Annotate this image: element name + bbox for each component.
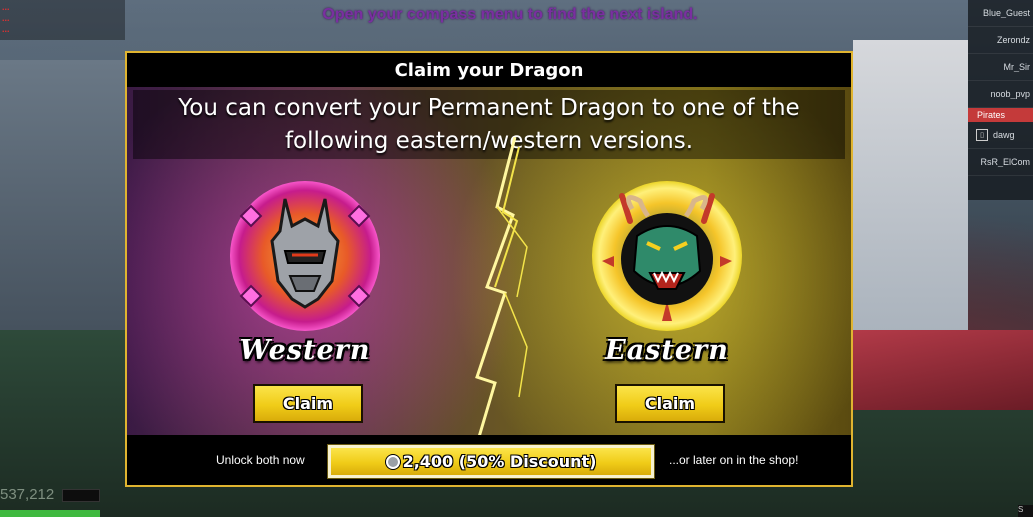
unlock-price: 2,400 (50% Discount)	[402, 452, 597, 471]
claim-eastern-label: Claim	[644, 394, 696, 413]
claim-dragon-dialog: Claim your Dragon You can convert your P…	[125, 51, 853, 487]
dialog-content: You can convert your Permanent Dragon to…	[127, 87, 851, 437]
player-name: Mr_Sir	[1003, 62, 1031, 72]
health-bar	[0, 510, 100, 517]
leaderboard-row[interactable]: Blue_Guest	[968, 0, 1033, 27]
claim-western-button[interactable]: Claim	[253, 384, 363, 423]
dialog-title: Claim your Dragon	[394, 59, 584, 81]
eastern-emblem	[592, 181, 742, 331]
leaderboard-row[interactable]: Mr_Sir	[968, 54, 1033, 81]
building-left	[0, 60, 125, 330]
money-counter: 537,212	[0, 486, 55, 503]
roof-right	[853, 330, 1033, 410]
eastern-label: Eastern	[605, 335, 729, 366]
team-header: Pirates	[968, 108, 1033, 122]
player-name: Zerondz	[996, 35, 1030, 45]
eastern-dragon-head-icon	[602, 193, 732, 321]
lightning-icon	[475, 137, 528, 437]
notification-panel	[0, 0, 125, 40]
shop-later-text: ...or later on in the shop!	[669, 453, 799, 467]
western-emblem	[230, 181, 380, 331]
player-name: noob_pvp	[990, 89, 1030, 99]
unlock-bar: Unlock both now 2,400 (50% Discount) ...…	[127, 435, 851, 485]
robux-icon	[385, 454, 400, 469]
leaderboard: Blue_Guest Zerondz Mr_Sir noob_pvp Pirat…	[968, 0, 1033, 200]
claim-eastern-button[interactable]: Claim	[615, 384, 725, 423]
quest-hint: Open your compass menu to find the next …	[322, 6, 698, 23]
player-icon: ▯	[976, 129, 988, 141]
corner-button[interactable]: S	[1018, 505, 1033, 517]
unlock-both-button[interactable]: 2,400 (50% Discount)	[327, 444, 655, 479]
dialog-title-bar: Claim your Dragon	[127, 53, 851, 87]
leaderboard-row[interactable]: RsR_ElCom	[968, 149, 1033, 176]
level-bar	[62, 489, 100, 502]
notification-line: ...	[2, 24, 10, 34]
player-name: Blue_Guest	[982, 8, 1030, 18]
claim-western-label: Claim	[282, 394, 334, 413]
western-dragon-helmet-icon	[239, 198, 371, 309]
notification-line: ...	[2, 13, 10, 23]
player-name: RsR_ElCom	[980, 157, 1030, 167]
unlock-both-text: Unlock both now	[216, 453, 305, 467]
team-label: Pirates	[977, 110, 1006, 120]
notification-line: ...	[2, 2, 10, 12]
leaderboard-row[interactable]: Zerondz	[968, 27, 1033, 54]
leaderboard-row[interactable]: ▯ dawg	[968, 122, 1033, 149]
western-label: Western	[239, 335, 371, 366]
leaderboard-row[interactable]: noob_pvp	[968, 81, 1033, 108]
building-right	[853, 40, 968, 340]
player-name: dawg	[993, 130, 1015, 140]
